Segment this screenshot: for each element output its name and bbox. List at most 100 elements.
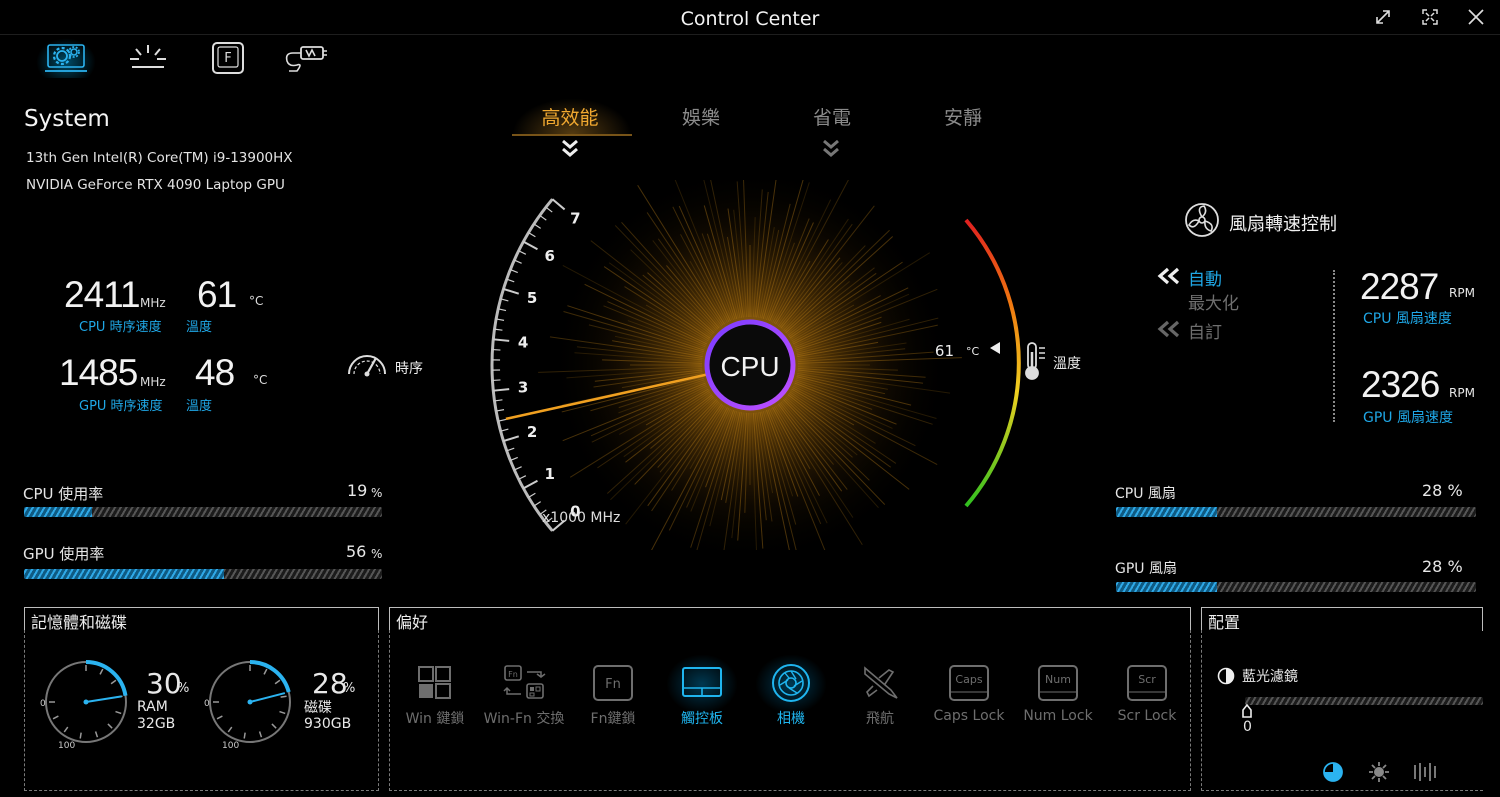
scale-tick	[533, 501, 542, 507]
clock-speed-label: 時序	[395, 361, 423, 377]
gpu-fan-label: GPU 風扇	[1115, 561, 1177, 577]
cpu-temp-unit: °C	[249, 294, 264, 308]
gpu-fan-rpm-unit: RPM	[1449, 386, 1475, 400]
system-settings-icon	[45, 44, 87, 72]
pref-label: Win 鍵鎖	[405, 711, 465, 727]
pref-label: Scr Lock	[1117, 708, 1177, 724]
dial-tick	[110, 679, 117, 685]
pref-label: 觸控板	[681, 711, 723, 727]
fullscreen-icon[interactable]	[1412, 4, 1448, 30]
dial-tick	[258, 731, 263, 738]
pref-win-key-lock[interactable]: Win 鍵鎖	[392, 664, 478, 728]
gpu-fan-fill	[1116, 582, 1217, 592]
scale-tick	[539, 214, 547, 221]
sun-icon[interactable]	[1368, 761, 1390, 783]
fan-mode-custom[interactable]: 自訂	[1188, 318, 1222, 343]
scale-tick	[506, 278, 515, 283]
gauge-temp-unit: °C	[966, 345, 980, 358]
dial-tick	[227, 726, 233, 733]
mode-tab-entertainment[interactable]: 娛樂	[646, 103, 756, 130]
nav-function-key-tab[interactable]: F	[198, 38, 258, 78]
pref-camera[interactable]: 相機	[748, 664, 834, 728]
disk-size: 930GB	[304, 716, 352, 732]
svg-text:Fn: Fn	[508, 670, 518, 679]
dial-tick	[94, 731, 99, 738]
chevron-down-icon	[823, 139, 839, 157]
pref-win-fn-swap[interactable]: Fn Win-Fn 交換	[481, 664, 567, 728]
dial-tick	[280, 695, 287, 698]
dial-hub	[247, 699, 253, 705]
nav-system-tab[interactable]	[36, 38, 96, 78]
dial-tick	[115, 710, 122, 715]
gpu-temp-label: 溫度	[186, 399, 213, 414]
fn-key-icon: Fn	[593, 665, 633, 701]
cpu-usage-percent: %	[371, 486, 383, 500]
blue-light-label: 藍光濾鏡	[1242, 669, 1298, 685]
cpu-fan-bar	[1116, 507, 1476, 517]
gauge-temp-value: 61	[935, 342, 954, 360]
thermometer-icon	[1025, 342, 1045, 380]
mode-tab-performance[interactable]: 高效能	[515, 103, 625, 130]
cpu-fan-value: 28 %	[1422, 481, 1463, 500]
pref-num-lock[interactable]: Num Num Lock	[1015, 664, 1101, 724]
mode-tab-silent[interactable]: 安靜	[908, 103, 1018, 130]
dial-needle	[249, 692, 286, 703]
pref-label: Num Lock	[1023, 708, 1093, 724]
fan-mode-max[interactable]: 最大化	[1188, 289, 1239, 314]
scale-tick-label: 3	[518, 379, 528, 397]
gpu-fan-rpm: 2326	[1361, 364, 1440, 405]
dial-value-arc	[249, 660, 291, 693]
filter-mode-icon[interactable]	[1322, 761, 1344, 783]
cpu-clock-unit: MHz	[140, 296, 166, 310]
mode-tab-power-saving[interactable]: 省電	[777, 103, 887, 130]
slider-thumb-icon[interactable]	[1241, 703, 1253, 719]
gpu-usage-value: 56	[346, 542, 367, 561]
pref-scroll-lock[interactable]: Scr Scr Lock	[1104, 664, 1190, 724]
dial-min-label: 0	[40, 699, 46, 709]
cpu-model: 13th Gen Intel(R) Core(TM) i9-13900HX	[26, 150, 293, 166]
scale-tick	[510, 456, 518, 462]
double-chevron-left-icon	[1157, 267, 1180, 285]
cpu-usage-bar	[24, 507, 382, 517]
scale-tick	[514, 259, 522, 264]
pref-airplane-mode[interactable]: 飛航	[837, 664, 923, 728]
memory-panel-heading: 記憶體和磁碟	[24, 607, 379, 632]
nav-brightness-tab[interactable]	[118, 38, 178, 78]
dial-tick	[99, 668, 104, 675]
gpu-clock-unit: MHz	[140, 375, 166, 389]
app-title: Control Center	[680, 8, 820, 30]
power-plug-icon	[285, 46, 327, 72]
restore-icon[interactable]	[1365, 4, 1401, 30]
pref-touchpad[interactable]: 觸控板	[659, 664, 745, 728]
cpu-usage-label: CPU 使用率	[23, 485, 104, 503]
scale-tick	[503, 287, 520, 295]
caps-key-text: Caps	[955, 673, 982, 686]
pref-label: Fn鍵鎖	[590, 711, 636, 727]
scale-tick	[528, 492, 536, 498]
scale-tick-label: 1	[545, 465, 555, 483]
blue-light-slider[interactable]	[1245, 697, 1483, 705]
fan-mode-auto[interactable]: 自動	[1188, 265, 1222, 290]
scale-tick	[545, 206, 553, 213]
disk-dial: 0 100	[204, 660, 291, 751]
pref-fn-lock[interactable]: Fn Fn鍵鎖	[570, 664, 656, 728]
num-lock-icon: Num	[1038, 665, 1078, 701]
gpu-clock-value: 1485	[59, 352, 138, 393]
gpu-fan-bar	[1116, 582, 1476, 592]
close-icon[interactable]	[1458, 4, 1494, 30]
pref-label: Caps Lock	[933, 708, 1005, 724]
scale-tick-label: 5	[527, 289, 537, 307]
nav-power-tab[interactable]	[276, 38, 336, 78]
cpu-fan-label: CPU 風扇	[1115, 486, 1176, 502]
gpu-usage-percent: %	[371, 547, 383, 561]
dial-tick	[52, 715, 59, 720]
gpu-usage-fill	[24, 569, 225, 579]
ram-percent-sign: %	[177, 681, 190, 696]
scale-tick	[503, 435, 520, 443]
temp-pointer-icon	[990, 342, 1000, 354]
pref-caps-lock[interactable]: Caps Caps Lock	[926, 664, 1012, 724]
wave-icon[interactable]	[1412, 761, 1438, 783]
num-key-text: Num	[1045, 673, 1071, 686]
dial-min-label: 0	[204, 699, 210, 709]
scale-tick	[493, 338, 510, 342]
